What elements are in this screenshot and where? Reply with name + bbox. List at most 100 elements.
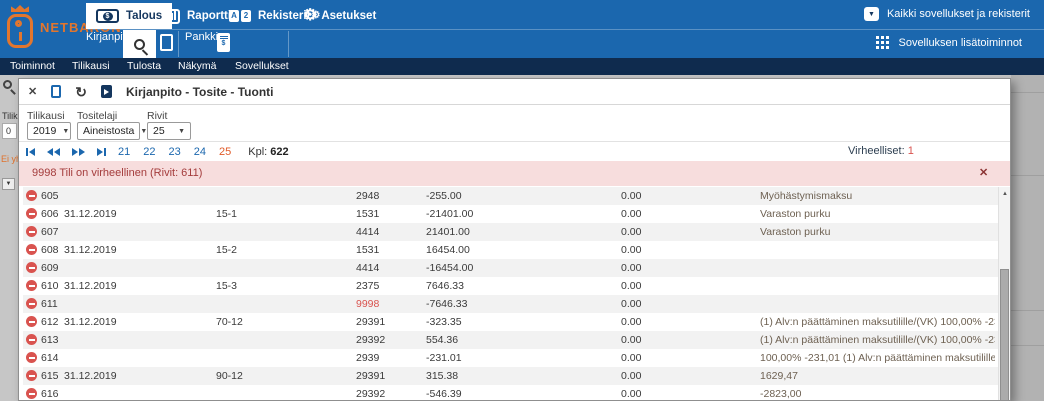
- remove-row-icon[interactable]: [26, 388, 37, 399]
- background-panel-right: [1011, 75, 1044, 401]
- cell-zero: 0.00: [621, 187, 641, 205]
- table-row: 61629392-546.390.00-2823,00: [23, 385, 999, 401]
- error-alert: 9998 Tili on virheellinen (Rivit: 611) ✕: [19, 161, 1010, 186]
- tab-asetukset[interactable]: ⚙⚙ Asetukset: [293, 3, 386, 29]
- first-page-button[interactable]: [26, 148, 35, 156]
- scroll-up-icon[interactable]: ▲: [999, 189, 1011, 199]
- app-extras-button[interactable]: Sovelluksen lisätoiminnot: [876, 36, 1022, 49]
- document-icon[interactable]: [160, 34, 173, 51]
- errors-counter: Virheelliset: 1: [848, 145, 914, 157]
- select-rivit[interactable]: 25▼: [147, 122, 191, 140]
- cell-zero: 0.00: [621, 295, 641, 313]
- cell-amount: -231.01: [426, 349, 462, 367]
- all-apps-button[interactable]: ▼ Kaikki sovellukset ja rekisterit: [864, 7, 1030, 21]
- last-page-button[interactable]: [97, 148, 106, 156]
- table-scrollbar[interactable]: ▲: [998, 187, 1010, 400]
- cell-date: 31.12.2019: [64, 313, 117, 331]
- import-icon[interactable]: [101, 85, 112, 98]
- menu-sovellukset[interactable]: Sovellukset: [235, 60, 289, 72]
- cell-zero: 0.00: [621, 385, 641, 401]
- import-dialog: ✕ ↻ Kirjanpito - Tosite - Tuonti Tilikau…: [18, 78, 1011, 401]
- select-tositelaji[interactable]: Aineistosta▼: [77, 122, 140, 140]
- cell-row-number: 616: [41, 385, 59, 401]
- cell-row-number: 614: [41, 349, 59, 367]
- cell-zero: 0.00: [621, 223, 641, 241]
- remove-row-icon[interactable]: [26, 352, 37, 363]
- window-menubar: Toiminnot Tilikausi Tulosta Näkymä Sovel…: [0, 58, 1044, 75]
- cell-account: 4414: [356, 259, 379, 277]
- cell-zero: 0.00: [621, 259, 641, 277]
- row-count: Kpl: 622: [248, 146, 288, 158]
- table-row: 6094414-16454.000.00: [23, 259, 999, 277]
- cell-amount: -323.35: [426, 313, 462, 331]
- cell-row-number: 609: [41, 259, 59, 277]
- cell-amount: -21401.00: [426, 205, 473, 223]
- remove-row-icon[interactable]: [26, 208, 37, 219]
- cell-description: Varaston purku: [760, 223, 830, 241]
- menu-tilikausi[interactable]: Tilikausi: [72, 60, 110, 72]
- cell-date: 31.12.2019: [64, 205, 117, 223]
- search-icon[interactable]: [3, 80, 12, 89]
- registers-icon: A2: [229, 10, 251, 22]
- remove-row-icon[interactable]: [26, 244, 37, 255]
- current-page: 25: [219, 146, 231, 158]
- remove-row-icon[interactable]: [26, 334, 37, 345]
- cell-zero: 0.00: [621, 367, 641, 385]
- menu-nakyma[interactable]: Näkymä: [178, 60, 217, 72]
- menu-tulosta[interactable]: Tulosta: [127, 60, 161, 72]
- next-page-button[interactable]: [72, 148, 85, 156]
- side-input[interactable]: 0: [2, 123, 17, 139]
- filter-label-tositelaji: Tositelaji: [77, 110, 117, 122]
- refresh-icon[interactable]: ↻: [75, 85, 87, 99]
- table-row: 61329392554.360.00(1) Alv:n päättäminen …: [23, 331, 999, 349]
- page-link[interactable]: 21: [118, 146, 130, 158]
- select-tilikausi[interactable]: 2019▼: [27, 122, 71, 140]
- side-status-text: Ei yh: [1, 154, 18, 164]
- table-row: 6119998-7646.330.00: [23, 295, 999, 313]
- scrollbar-thumb[interactable]: [1000, 269, 1009, 401]
- top-navigation: NETBARON $ Talous Raportti A2 Rekisterit…: [0, 0, 1044, 58]
- table-row: 60631.12.201915-11531-21401.000.00Varast…: [23, 205, 999, 223]
- remove-row-icon[interactable]: [26, 280, 37, 291]
- remove-row-icon[interactable]: [26, 262, 37, 273]
- cell-date: 31.12.2019: [64, 277, 117, 295]
- subtab-pankki[interactable]: Pankki: [185, 31, 218, 43]
- cell-amount: 554.36: [426, 331, 458, 349]
- close-icon[interactable]: ✕: [28, 85, 37, 98]
- cell-account: 29391: [356, 367, 385, 385]
- alert-close-icon[interactable]: ✕: [979, 161, 988, 186]
- remove-row-icon[interactable]: [26, 316, 37, 327]
- filter-label-tilikausi: Tilikausi: [27, 110, 65, 122]
- side-label: Tilik: [2, 111, 18, 121]
- workspace: Tilik 0 Ei yh ▼ ✕ ↻ Kirjanpito - Tosite …: [0, 75, 1044, 401]
- cell-zero: 0.00: [621, 349, 641, 367]
- page-link[interactable]: 24: [194, 146, 206, 158]
- cell-amount: 7646.33: [426, 277, 464, 295]
- prev-page-button[interactable]: [47, 148, 60, 156]
- remove-row-icon[interactable]: [26, 190, 37, 201]
- invoice-icon[interactable]: $: [217, 33, 230, 52]
- cell-row-number: 605: [41, 187, 59, 205]
- cell-description: -2823,00: [760, 385, 801, 401]
- cell-description: 100,00% -231,01 (1) Alv:n päättäminen ma…: [760, 349, 995, 367]
- cell-account: 1531: [356, 241, 379, 259]
- table-row: 61231.12.201970-1229391-323.350.00(1) Al…: [23, 313, 999, 331]
- subtab-search-active[interactable]: [123, 30, 156, 58]
- cell-amount: -546.39: [426, 385, 462, 401]
- side-dropdown-button[interactable]: ▼: [2, 178, 15, 190]
- cell-description: Myöhästymismaksu: [760, 187, 852, 205]
- cell-zero: 0.00: [621, 277, 641, 295]
- new-document-icon[interactable]: [51, 85, 61, 98]
- page-link[interactable]: 23: [169, 146, 181, 158]
- cell-voucher: 70-12: [216, 313, 243, 331]
- dialog-title: Kirjanpito - Tosite - Tuonti: [126, 85, 274, 99]
- remove-row-icon[interactable]: [26, 370, 37, 381]
- page-link[interactable]: 22: [143, 146, 155, 158]
- remove-row-icon[interactable]: [26, 226, 37, 237]
- cell-description: 1629,47: [760, 367, 798, 385]
- remove-row-icon[interactable]: [26, 298, 37, 309]
- menu-toiminnot[interactable]: Toiminnot: [10, 60, 55, 72]
- cell-account: 2939: [356, 349, 379, 367]
- dialog-header: ✕ ↻ Kirjanpito - Tosite - Tuonti: [19, 79, 1010, 105]
- cell-account: 29391: [356, 313, 385, 331]
